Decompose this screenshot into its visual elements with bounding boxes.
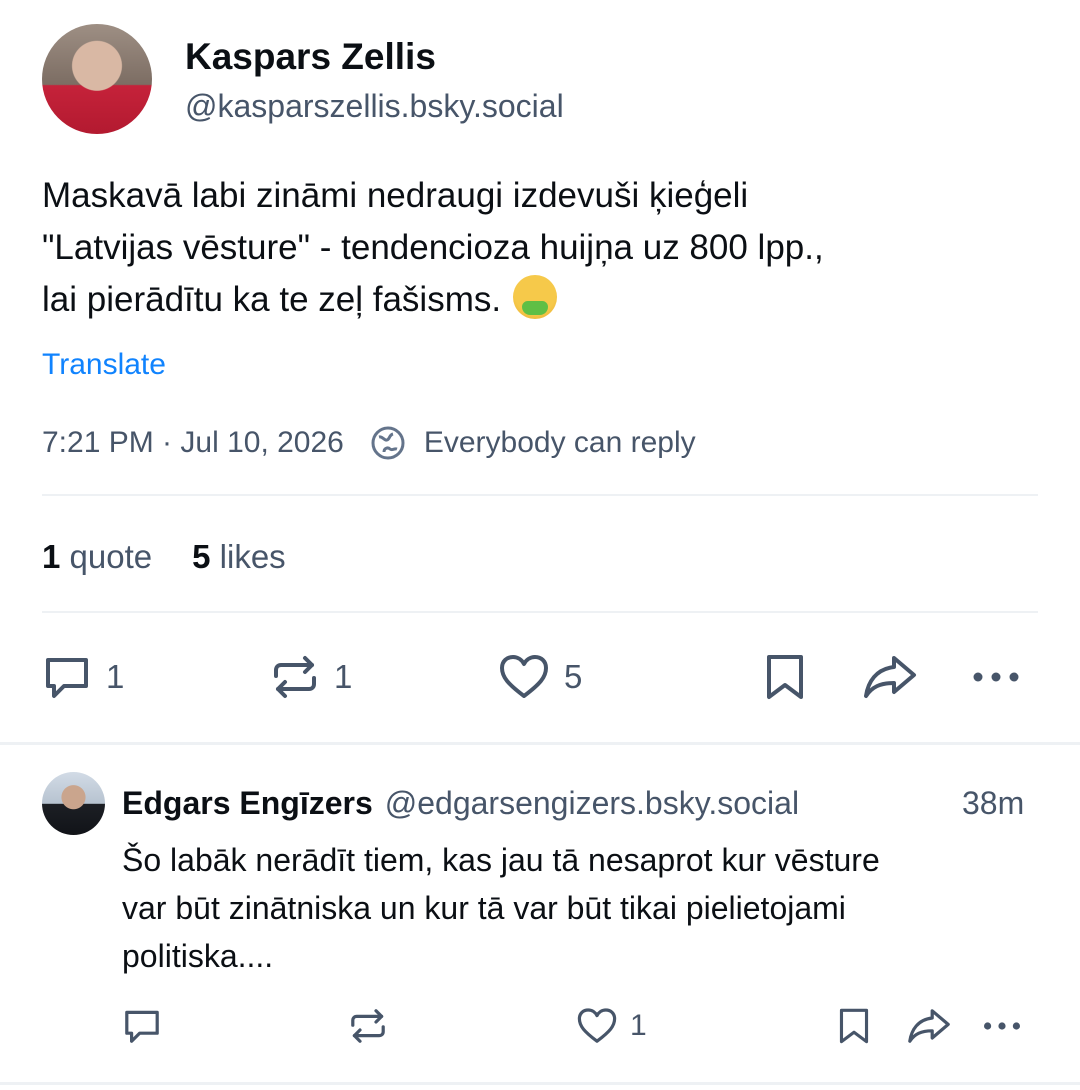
more-dots-icon (984, 1022, 1020, 1030)
translate-link[interactable]: Translate (42, 348, 166, 382)
quotes-stat[interactable]: 1 quote (42, 538, 152, 575)
reply-more-options-button[interactable] (980, 1006, 1024, 1046)
reply-author-avatar[interactable] (42, 772, 105, 835)
post-meta: 7:21 PM · Jul 10, 2026 Everybody can rep… (42, 425, 696, 461)
reply-share-button[interactable] (906, 1006, 952, 1046)
author-handle[interactable]: @kasparszellis.bsky.social (185, 88, 564, 125)
reply-like-count: 1 (630, 1009, 647, 1042)
reply-repost-button[interactable] (348, 1006, 388, 1046)
reply-button[interactable]: 1 (42, 652, 124, 702)
bookmark-icon (767, 655, 803, 699)
comment-icon (125, 1010, 159, 1043)
reply-author-handle[interactable]: @edgarsengizers.bsky.social (385, 785, 799, 822)
nauseated-face-emoji-icon (513, 275, 558, 319)
share-icon (908, 1009, 950, 1043)
post-stats: 1 quote 5 likes (42, 538, 286, 576)
divider (42, 611, 1038, 613)
reply-setting[interactable]: Everybody can reply (424, 426, 696, 460)
author-name[interactable]: Kaspars Zellis (185, 36, 436, 78)
post-timestamp: 7:21 PM · Jul 10, 2026 (42, 426, 344, 459)
reply-reply-button[interactable] (122, 1006, 162, 1046)
bookmark-button[interactable] (762, 652, 808, 702)
reply-text-line: var būt zinātniska un kur tā var būt tik… (122, 890, 846, 926)
reply-text-line: politiska.... (122, 938, 274, 974)
author-avatar[interactable] (42, 24, 152, 134)
comment-icon (46, 658, 88, 698)
post-text-line: lai pierādītu ka te zeļ fašisms. (42, 274, 1042, 326)
bookmark-icon (839, 1008, 869, 1044)
more-options-button[interactable] (970, 652, 1022, 702)
reply-bookmark-button[interactable] (836, 1006, 872, 1046)
post-text-line: Maskavā labi zināmi nedraugi izdevuši ķi… (42, 176, 749, 215)
like-count: 5 (564, 658, 583, 695)
repost-count: 1 (334, 658, 353, 695)
heart-icon (577, 1008, 617, 1043)
heart-icon (500, 655, 548, 698)
repost-button[interactable]: 1 (270, 652, 352, 702)
reply-like-button[interactable]: 1 (576, 1006, 647, 1046)
reply-text-line: Šo labāk nerādīt tiem, kas jau tā nesapr… (122, 842, 880, 878)
reply-time[interactable]: 38m (962, 785, 1024, 822)
post-text-line: "Latvijas vēsture" - tendencioza huijņa … (42, 228, 824, 267)
share-button[interactable] (862, 652, 918, 702)
likes-stat[interactable]: 5 likes (192, 538, 286, 575)
divider (0, 1082, 1080, 1085)
share-icon (864, 656, 916, 698)
more-dots-icon (973, 672, 1019, 682)
like-button[interactable]: 5 (498, 652, 582, 702)
globe-icon (370, 425, 406, 461)
divider (0, 742, 1080, 745)
repost-icon (274, 656, 316, 698)
divider (42, 494, 1038, 496)
reply-count: 1 (106, 658, 125, 695)
repost-icon (351, 1009, 385, 1043)
reply-header: Edgars Engīzers @edgarsengizers.bsky.soc… (122, 785, 799, 822)
reply-author-name[interactable]: Edgars Engīzers (122, 785, 373, 822)
reply-text: Šo labāk nerādīt tiem, kas jau tā nesapr… (122, 836, 1052, 980)
post-text: Maskavā labi zināmi nedraugi izdevuši ķi… (42, 170, 1042, 326)
